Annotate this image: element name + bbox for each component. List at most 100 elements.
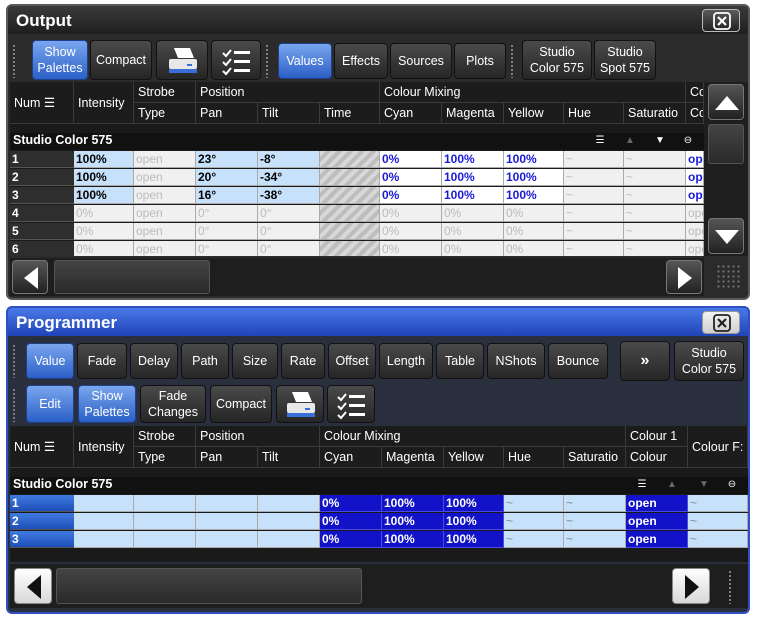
colour-fx-header[interactable]: Colour F:	[688, 426, 748, 468]
intensity-header[interactable]: Intensity	[74, 82, 134, 124]
time-cell[interactable]	[320, 151, 380, 168]
tab-value[interactable]: Value	[26, 343, 74, 379]
scroll-right-button[interactable]	[672, 568, 710, 604]
tilt-cell[interactable]: 0°	[258, 223, 320, 240]
time-cell[interactable]	[320, 223, 380, 240]
tilt-cell[interactable]: 0°	[258, 205, 320, 222]
resize-handle[interactable]	[716, 264, 740, 288]
pan-cell[interactable]: 16°	[196, 187, 258, 204]
strobe-cell[interactable]: open	[134, 151, 196, 168]
colour-cell[interactable]: ope	[686, 187, 704, 204]
fixture-studio-spot-575-button[interactable]: Studio Spot 575	[594, 40, 656, 80]
saturation-cell[interactable]: ~	[624, 187, 686, 204]
magenta-cell[interactable]: 100%	[442, 169, 504, 186]
cyan-cell[interactable]: 0%	[380, 223, 442, 240]
show-palettes-button[interactable]: Show Palettes	[32, 40, 88, 80]
intensity-header[interactable]: Intensity	[74, 426, 134, 468]
remove-icon[interactable]: ⊖	[678, 135, 698, 147]
tab-nshots[interactable]: NShots	[487, 343, 545, 379]
fixture-studio-color-575-button[interactable]: Studio Color 575	[674, 341, 744, 381]
row-number[interactable]: 4	[10, 205, 74, 222]
remove-icon[interactable]: ⊖	[722, 479, 742, 491]
hue-header[interactable]: Hue	[564, 103, 624, 124]
magenta-cell[interactable]: 0%	[442, 241, 504, 256]
yellow-header[interactable]: Yellow	[504, 103, 564, 124]
row-number[interactable]: 6	[10, 241, 74, 256]
horizontal-scroll-thumb[interactable]	[56, 568, 362, 604]
colour-header[interactable]: Colour	[626, 447, 688, 468]
pan-cell[interactable]: 23°	[196, 151, 258, 168]
strobe-cell[interactable]	[134, 513, 196, 530]
pan-cell[interactable]	[196, 531, 258, 548]
cyan-cell[interactable]: 0%	[320, 513, 382, 530]
tilt-cell[interactable]: 0°	[258, 241, 320, 256]
scroll-up-button[interactable]	[708, 84, 744, 120]
colour-cell[interactable]: ope	[686, 169, 704, 186]
saturation-cell[interactable]: ~	[624, 151, 686, 168]
strobe-cell[interactable]: open	[134, 187, 196, 204]
compact-button[interactable]: Compact	[90, 40, 152, 80]
cyan-cell[interactable]: 0%	[380, 205, 442, 222]
scroll-down-button[interactable]	[708, 218, 744, 254]
strobe-cell[interactable]: open	[134, 241, 196, 256]
position-header[interactable]: Position	[196, 426, 320, 447]
magenta-header[interactable]: Magenta	[382, 447, 444, 468]
collapse-up-icon[interactable]: ▲	[662, 479, 682, 491]
colour-fx-cell[interactable]: ~	[688, 495, 748, 512]
intensity-cell[interactable]: 0%	[74, 241, 134, 256]
toolbar-grip[interactable]	[12, 44, 17, 78]
strobe-cell[interactable]	[134, 531, 196, 548]
tab-sources[interactable]: Sources	[390, 43, 452, 79]
cyan-cell[interactable]: 0%	[320, 531, 382, 548]
saturation-cell[interactable]: ~	[624, 223, 686, 240]
cyan-header[interactable]: Cyan	[320, 447, 382, 468]
yellow-cell[interactable]: 100%	[504, 187, 564, 204]
vertical-scroll-thumb[interactable]	[708, 124, 744, 164]
pan-header[interactable]: Pan	[196, 103, 258, 124]
colour-fx-cell[interactable]: ~	[688, 531, 748, 548]
tilt-cell[interactable]: -8°	[258, 151, 320, 168]
intensity-cell[interactable]: 0%	[74, 223, 134, 240]
tab-fade[interactable]: Fade	[77, 343, 127, 379]
print-button[interactable]	[156, 40, 208, 80]
programmer-horizontal-scrollbar[interactable]	[10, 564, 748, 608]
tilt-cell[interactable]: -34°	[258, 169, 320, 186]
time-cell[interactable]	[320, 169, 380, 186]
hue-cell[interactable]: ~	[564, 151, 624, 168]
print-button[interactable]	[276, 385, 324, 423]
pan-cell[interactable]: 0°	[196, 241, 258, 256]
yellow-cell[interactable]: 100%	[444, 531, 504, 548]
colour-cell[interactable]: open	[626, 513, 688, 530]
scroll-left-button[interactable]	[14, 568, 52, 604]
yellow-cell[interactable]: 0%	[504, 241, 564, 256]
yellow-header[interactable]: Yellow	[444, 447, 504, 468]
row-number[interactable]: 1	[10, 495, 74, 512]
yellow-cell[interactable]: 100%	[504, 169, 564, 186]
cyan-cell[interactable]: 0%	[380, 187, 442, 204]
hue-cell[interactable]: ~	[564, 205, 624, 222]
intensity-cell[interactable]: 100%	[74, 169, 134, 186]
magenta-cell[interactable]: 0%	[442, 205, 504, 222]
tilt-header[interactable]: Tilt	[258, 103, 320, 124]
magenta-cell[interactable]: 100%	[382, 495, 444, 512]
tab-bounce[interactable]: Bounce	[548, 343, 608, 379]
yellow-cell[interactable]: 0%	[504, 205, 564, 222]
tab-delay[interactable]: Delay	[130, 343, 178, 379]
cyan-cell[interactable]: 0%	[380, 169, 442, 186]
colour-cell[interactable]: ope	[686, 241, 704, 256]
output-vertical-scrollbar[interactable]	[704, 82, 748, 256]
colour-cell[interactable]: ope	[686, 151, 704, 168]
cyan-cell[interactable]: 0%	[380, 151, 442, 168]
magenta-cell[interactable]: 100%	[442, 187, 504, 204]
tab-path[interactable]: Path	[181, 343, 229, 379]
magenta-cell[interactable]: 0%	[442, 223, 504, 240]
tab-size[interactable]: Size	[232, 343, 278, 379]
saturation-header[interactable]: Saturatio	[624, 103, 686, 124]
colour-cell[interactable]: ope	[686, 205, 704, 222]
strobe-header[interactable]: Strobe	[134, 82, 196, 103]
tab-offset[interactable]: Offset	[328, 343, 376, 379]
cyan-cell[interactable]: 0%	[380, 241, 442, 256]
expand-down-icon[interactable]: ▼	[694, 479, 714, 491]
cyan-cell[interactable]: 0%	[320, 495, 382, 512]
magenta-header[interactable]: Magenta	[442, 103, 504, 124]
